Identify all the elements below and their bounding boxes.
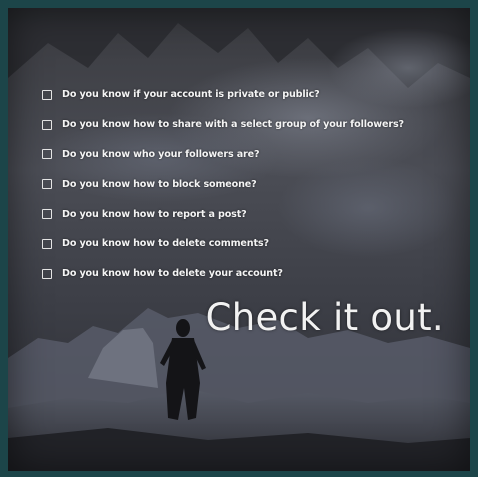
checklist-item-text: Do you know how to block someone? <box>62 178 257 190</box>
poster-image: Do you know if your account is private o… <box>8 8 470 471</box>
checklist: Do you know if your account is private o… <box>42 80 404 289</box>
checkbox-icon <box>42 209 52 220</box>
checklist-item-text: Do you know if your account is private o… <box>62 89 320 101</box>
frame-border: Do you know if your account is private o… <box>0 0 478 477</box>
checkbox-icon <box>42 149 52 160</box>
checklist-item: Do you know who your followers are? <box>42 140 404 170</box>
checklist-item-text: Do you know how to delete comments? <box>62 238 269 250</box>
checkbox-icon <box>42 119 52 130</box>
checklist-item-text: Do you know who your followers are? <box>62 148 260 160</box>
checkbox-icon <box>42 179 52 190</box>
checklist-item: Do you know how to report a post? <box>42 199 404 229</box>
checkbox-icon <box>42 268 52 279</box>
checklist-item-text: Do you know how to share with a select g… <box>62 119 404 131</box>
check-it-out-headline: Check it out. <box>205 296 444 339</box>
checklist-item: Do you know how to block someone? <box>42 169 404 199</box>
checkbox-icon <box>42 238 52 249</box>
checklist-item: Do you know how to share with a select g… <box>42 110 404 140</box>
checklist-item-text: Do you know how to report a post? <box>62 208 247 220</box>
checklist-item: Do you know how to delete your account? <box>42 259 404 289</box>
checklist-item-text: Do you know how to delete your account? <box>62 268 283 280</box>
checklist-item: Do you know if your account is private o… <box>42 80 404 110</box>
checklist-item: Do you know how to delete comments? <box>42 229 404 259</box>
checkbox-icon <box>42 89 52 100</box>
